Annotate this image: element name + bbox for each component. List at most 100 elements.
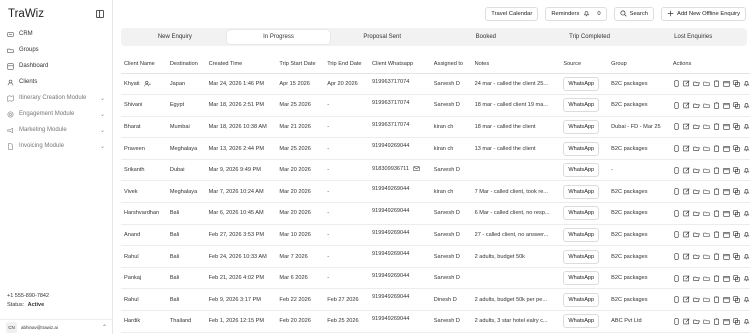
- folder-open-icon[interactable]: [693, 188, 700, 195]
- edit-icon[interactable]: [683, 296, 690, 303]
- whatsapp-button[interactable]: WhatsApp: [563, 98, 600, 113]
- edit-icon[interactable]: [683, 188, 690, 195]
- column-header[interactable]: Destination: [166, 56, 206, 74]
- copy-icon[interactable]: [733, 318, 740, 325]
- phone-icon[interactable]: [673, 123, 680, 131]
- bell-icon[interactable]: [743, 275, 750, 282]
- folder-icon[interactable]: [703, 296, 710, 303]
- copy-icon[interactable]: [733, 167, 740, 174]
- folder-open-icon[interactable]: [693, 296, 700, 303]
- whatsapp-button[interactable]: WhatsApp: [563, 206, 600, 221]
- folder-open-icon[interactable]: [693, 167, 700, 174]
- bell-icon[interactable]: [743, 296, 750, 303]
- bell-icon[interactable]: [743, 145, 750, 152]
- sidebar-item-groups[interactable]: Groups: [0, 42, 112, 58]
- folder-icon[interactable]: [703, 231, 710, 238]
- phone-icon[interactable]: [673, 210, 680, 217]
- clipboard-icon[interactable]: [713, 102, 720, 109]
- column-header[interactable]: Trip Start Date: [276, 56, 325, 74]
- folder-open-icon[interactable]: [693, 318, 700, 325]
- edit-icon[interactable]: [683, 123, 690, 130]
- folder-open-icon[interactable]: [693, 275, 700, 282]
- sidebar-item-marketing-module[interactable]: Marketing Module ⌄: [0, 122, 112, 138]
- clipboard-icon[interactable]: [713, 123, 720, 131]
- edit-icon[interactable]: [683, 102, 690, 109]
- clipboard-icon[interactable]: [713, 296, 720, 303]
- folder-open-icon[interactable]: [693, 123, 700, 130]
- folder-open-icon[interactable]: [693, 80, 700, 87]
- tab-in-progress[interactable]: In Progress: [226, 30, 331, 44]
- edit-icon[interactable]: [683, 275, 690, 282]
- clipboard-icon[interactable]: [713, 210, 720, 217]
- phone-icon[interactable]: [673, 167, 680, 174]
- folder-open-icon[interactable]: [693, 102, 700, 109]
- whatsapp-button[interactable]: WhatsApp: [563, 292, 600, 307]
- sidebar-item-itinerary-creation-module[interactable]: Itinerary Creation Module ⌄: [0, 90, 112, 106]
- folder-icon[interactable]: [703, 123, 710, 130]
- tab-trip-completed[interactable]: Trip Completed: [538, 30, 642, 44]
- sidebar-item-engagement-module[interactable]: Engagement Module ⌄: [0, 106, 112, 122]
- column-header[interactable]: Client Whatsapp: [369, 56, 431, 74]
- column-header[interactable]: Source: [560, 56, 609, 74]
- travel-calendar-button[interactable]: Travel Calendar: [485, 6, 539, 21]
- column-header[interactable]: Group: [608, 56, 670, 74]
- folder-icon[interactable]: [703, 80, 710, 87]
- phone-icon[interactable]: [673, 145, 680, 152]
- copy-icon[interactable]: [733, 275, 740, 282]
- bell-icon[interactable]: [743, 318, 750, 325]
- folder-icon[interactable]: [703, 210, 710, 217]
- whatsapp-button[interactable]: WhatsApp: [563, 76, 600, 91]
- clipboard-icon[interactable]: [713, 80, 720, 87]
- whatsapp-button[interactable]: WhatsApp: [563, 163, 600, 178]
- user-menu[interactable]: CN abhinav@trawiz.ai ⌃: [0, 319, 113, 334]
- search-button[interactable]: Search: [613, 6, 654, 21]
- calendar-icon[interactable]: [723, 231, 730, 239]
- bell-icon[interactable]: [743, 188, 750, 195]
- tab-lost-enquiries[interactable]: Lost Enquiries: [641, 30, 745, 44]
- folder-open-icon[interactable]: [693, 231, 700, 238]
- bell-icon[interactable]: [743, 167, 750, 174]
- folder-icon[interactable]: [703, 188, 710, 195]
- whatsapp-button[interactable]: WhatsApp: [563, 249, 600, 264]
- edit-icon[interactable]: [683, 253, 690, 260]
- folder-icon[interactable]: [703, 145, 710, 152]
- edit-icon[interactable]: [683, 80, 690, 87]
- copy-icon[interactable]: [733, 188, 740, 195]
- bell-icon[interactable]: [743, 231, 750, 238]
- calendar-icon[interactable]: [723, 145, 730, 152]
- table-row[interactable]: Rahul Bali Feb 9, 2026 3:17 PM Feb 22 2026 F…: [121, 288, 750, 312]
- calendar-icon[interactable]: [723, 80, 730, 87]
- table-row[interactable]: Srikanth Dubai Mar 9, 2026 9:49 PM Mar 20 2…: [121, 159, 750, 182]
- copy-icon[interactable]: [733, 231, 740, 239]
- copy-icon[interactable]: [733, 210, 740, 217]
- calendar-icon[interactable]: [723, 318, 730, 325]
- bell-icon[interactable]: [743, 102, 750, 109]
- column-header[interactable]: Trip End Date: [324, 56, 370, 74]
- folder-open-icon[interactable]: [693, 253, 700, 260]
- folder-icon[interactable]: [703, 275, 710, 282]
- phone-icon[interactable]: [673, 296, 680, 303]
- tab-booked[interactable]: Booked: [434, 30, 538, 44]
- sidebar-item-crm[interactable]: CRM: [0, 26, 112, 42]
- phone-icon[interactable]: [673, 318, 680, 325]
- table-row[interactable]: Pankaj Bali Feb 21, 2026 4:02 PM Mar 6 2026…: [121, 267, 750, 290]
- table-row[interactable]: Harshvardhan Bali Mar 6, 2026 10:45 AM Mar …: [121, 202, 750, 225]
- calendar-icon[interactable]: [723, 253, 730, 260]
- column-header[interactable]: Assigned to: [430, 56, 472, 74]
- copy-icon[interactable]: [733, 253, 740, 260]
- calendar-icon[interactable]: [723, 167, 730, 174]
- table-row[interactable]: Vivek Meghalaya Mar 7, 2026 10:24 AM Mar 20…: [121, 180, 750, 204]
- calendar-icon[interactable]: [723, 210, 730, 217]
- folder-icon[interactable]: [703, 102, 710, 109]
- column-header[interactable]: Actions: [669, 56, 750, 74]
- phone-icon[interactable]: [673, 80, 680, 87]
- person-icon[interactable]: [143, 80, 151, 87]
- edit-icon[interactable]: [683, 231, 690, 238]
- phone-icon[interactable]: [673, 188, 680, 195]
- copy-icon[interactable]: [733, 80, 740, 87]
- sidebar-item-dashboard[interactable]: Dashboard: [0, 58, 112, 74]
- whatsapp-button[interactable]: WhatsApp: [563, 119, 600, 134]
- table-row[interactable]: Hardik Thailand Feb 1, 2026 12:15 PM Feb 20…: [121, 310, 750, 333]
- whatsapp-button[interactable]: WhatsApp: [563, 271, 600, 286]
- phone-icon[interactable]: [673, 275, 680, 282]
